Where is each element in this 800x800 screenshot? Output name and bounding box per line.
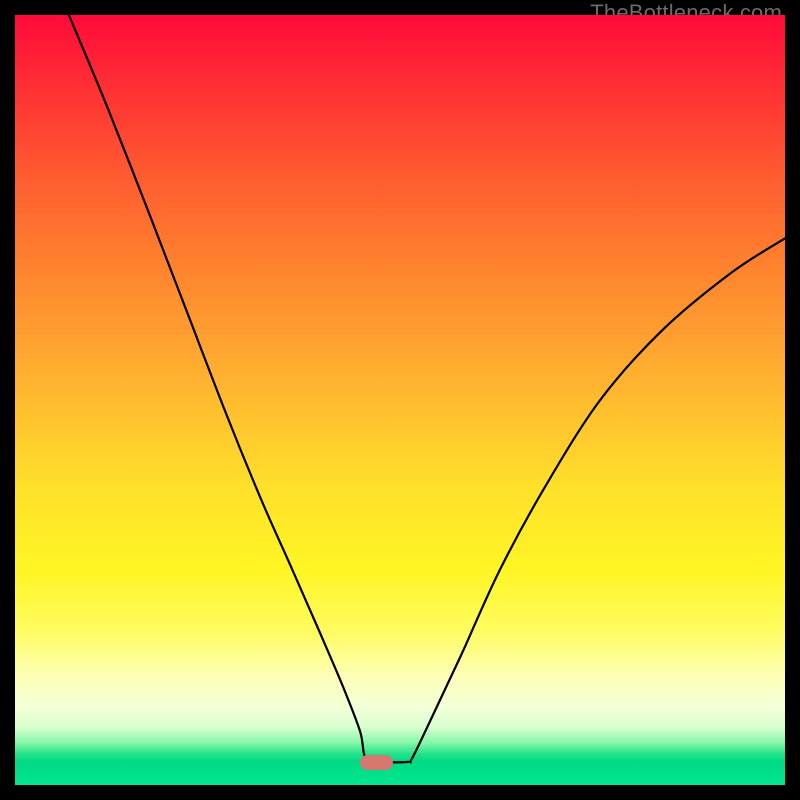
chart-frame: TheBottleneck.com <box>0 0 800 800</box>
plot-area <box>15 15 785 785</box>
curve-svg <box>15 15 785 785</box>
bottleneck-curve <box>69 15 785 762</box>
low-point-indicator <box>360 755 393 770</box>
